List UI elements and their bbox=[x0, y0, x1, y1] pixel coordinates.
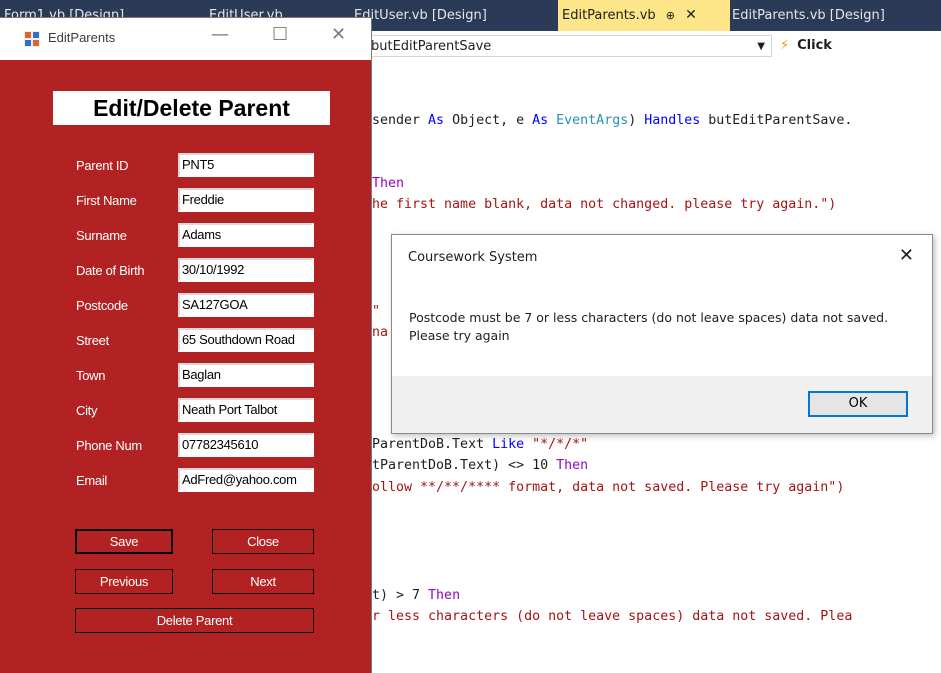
code-line: tParentDoB.Text) <> 10 Then bbox=[372, 458, 588, 473]
label-email: Email bbox=[76, 473, 108, 488]
code-line: ollow **/**/**** format, data not saved.… bbox=[372, 480, 844, 495]
dialog-close-button[interactable]: ✕ bbox=[899, 245, 914, 266]
dialog-footer: OK bbox=[392, 376, 932, 433]
code-token: Then bbox=[372, 176, 405, 191]
tab-close-icon[interactable]: ✕ bbox=[685, 7, 697, 23]
member-dropdown[interactable]: butEditParentSave ▼ bbox=[360, 35, 772, 57]
code-line: na bbox=[372, 325, 388, 340]
code-line: Then bbox=[372, 176, 404, 191]
label-parent-id: Parent ID bbox=[76, 158, 129, 173]
code-token: t) > 7 bbox=[372, 588, 429, 603]
town-field[interactable]: Baglan bbox=[178, 363, 314, 387]
tab-label: EditUser.vb [Design] bbox=[354, 8, 487, 23]
edit-parents-window: EditParents — ☐ ✕ Edit/Delete Parent Par… bbox=[0, 18, 371, 673]
code-line: t) > 7 Then bbox=[372, 588, 460, 603]
chevron-down-icon: ▼ bbox=[757, 41, 765, 52]
next-button[interactable]: Next bbox=[212, 569, 314, 594]
tab-editparents-design[interactable]: EditParents.vb [Design] bbox=[728, 0, 941, 31]
postcode-field[interactable]: SA127GOA bbox=[178, 293, 314, 317]
label-town: Town bbox=[76, 368, 106, 383]
date-of-birth-field[interactable]: 30/10/1992 bbox=[178, 258, 314, 282]
message-box-dialog: Coursework System ✕ Postcode must be 7 o… bbox=[391, 234, 933, 434]
code-token: r less characters (do not leave spaces) … bbox=[372, 609, 853, 624]
dialog-title: Coursework System bbox=[408, 250, 538, 265]
code-token: ollow **/**/**** format, data not saved.… bbox=[372, 480, 845, 495]
pin-icon[interactable]: ⊕ bbox=[666, 9, 675, 22]
tab-editparents[interactable]: EditParents.vb ⊕ ✕ bbox=[558, 0, 730, 31]
street-field[interactable]: 65 Southdown Road bbox=[178, 328, 314, 352]
code-token: "*/*/*" bbox=[532, 437, 589, 452]
window-titlebar[interactable]: EditParents — ☐ ✕ bbox=[0, 18, 371, 60]
city-field[interactable]: Neath Port Talbot bbox=[178, 398, 314, 422]
code-token: Object, e bbox=[444, 113, 533, 128]
label-date-of-birth: Date of Birth bbox=[76, 263, 145, 278]
code-token: As bbox=[428, 113, 445, 128]
code-token: Like bbox=[492, 437, 525, 452]
code-token: Then bbox=[556, 458, 589, 473]
label-street: Street bbox=[76, 333, 109, 348]
lightning-icon: ⚡ bbox=[780, 38, 790, 53]
save-button[interactable]: Save bbox=[75, 529, 173, 554]
maximize-button[interactable]: ☐ bbox=[272, 24, 288, 45]
label-surname: Surname bbox=[76, 228, 127, 243]
window-title: EditParents bbox=[48, 30, 116, 45]
phone-num-field[interactable]: 07782345610 bbox=[178, 433, 314, 457]
window-close-button[interactable]: ✕ bbox=[331, 24, 346, 45]
minimize-button[interactable]: — bbox=[211, 24, 229, 45]
code-token: butEditParentSave. bbox=[700, 113, 853, 128]
label-city: City bbox=[76, 403, 98, 418]
code-line: sender As Object, e As EventArgs) Handle… bbox=[372, 113, 852, 128]
email-field[interactable]: AdFred@yahoo.com bbox=[178, 468, 314, 492]
dialog-message: Postcode must be 7 or less characters (d… bbox=[409, 310, 889, 343]
code-line: ParentDoB.Text Like "*/*/*" bbox=[372, 437, 588, 452]
code-token: As bbox=[532, 113, 549, 128]
code-token: ) bbox=[628, 113, 645, 128]
code-token: ParentDoB.Text bbox=[372, 437, 493, 452]
code-token: Handles bbox=[644, 113, 701, 128]
close-button[interactable]: Close bbox=[212, 529, 314, 554]
tab-label: EditParents.vb bbox=[562, 8, 656, 23]
tab-edituser-design[interactable]: EditUser.vb [Design] bbox=[350, 0, 559, 31]
form-app-icon bbox=[24, 31, 40, 47]
code-token: " bbox=[372, 304, 381, 319]
code-line: he first name blank, data not changed. p… bbox=[372, 197, 836, 212]
label-first-name: First Name bbox=[76, 193, 137, 208]
code-token: Then bbox=[428, 588, 461, 603]
code-line: r less characters (do not leave spaces) … bbox=[372, 609, 852, 624]
form-heading: Edit/Delete Parent bbox=[53, 91, 330, 125]
code-token: EventArgs bbox=[556, 113, 629, 128]
event-dropdown-value: Click bbox=[797, 38, 832, 53]
first-name-field[interactable]: Freddie bbox=[178, 188, 314, 212]
tab-label: EditParents.vb [Design] bbox=[732, 8, 885, 23]
code-token: he first name blank, data not changed. p… bbox=[372, 197, 837, 212]
member-dropdown-value: butEditParentSave bbox=[371, 39, 492, 54]
event-dropdown[interactable]: ⚡ Click bbox=[772, 35, 941, 57]
surname-field[interactable]: Adams bbox=[178, 223, 314, 247]
code-token: sender bbox=[372, 113, 429, 128]
label-postcode: Postcode bbox=[76, 298, 128, 313]
ok-button[interactable]: OK bbox=[808, 391, 908, 417]
previous-button[interactable]: Previous bbox=[75, 569, 173, 594]
code-token: na bbox=[372, 325, 389, 340]
delete-parent-button[interactable]: Delete Parent bbox=[75, 608, 314, 633]
parent-id-field[interactable]: PNT5 bbox=[178, 153, 314, 177]
code-token: tParentDoB.Text) <> 10 bbox=[372, 458, 557, 473]
code-line: " bbox=[372, 304, 380, 319]
label-phone-num: Phone Num bbox=[76, 438, 142, 453]
